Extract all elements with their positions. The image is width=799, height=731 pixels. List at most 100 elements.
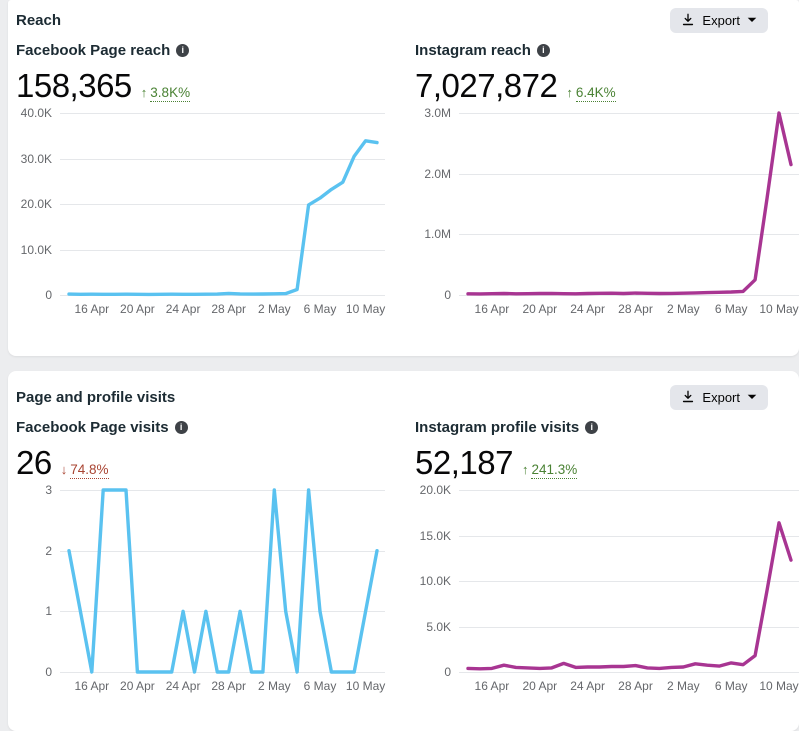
x-axis-tick-label: 6 May [715, 302, 748, 316]
metric-value: 26 [16, 444, 52, 482]
arrow-down-icon: ↓ [61, 462, 68, 477]
x-axis-tick-label: 20 Apr [120, 302, 155, 316]
instagram-profile-visits-series-line [468, 523, 791, 669]
facebook-page-visits-plot-area[interactable] [60, 490, 385, 672]
y-axis-tick-label: 1.0M [415, 227, 451, 241]
arrow-up-icon: ↑ [141, 85, 148, 100]
x-axis-tick-label: 2 May [667, 302, 700, 316]
reach-card: Reach Export Facebook Page reach i 158,3… [8, 0, 799, 356]
trend-percent: 241.3% [531, 462, 577, 479]
caret-down-icon [747, 394, 757, 400]
x-axis: 16 Apr20 Apr24 Apr28 Apr2 May6 May10 May [459, 679, 799, 695]
caret-down-icon [747, 17, 757, 23]
x-axis-tick-label: 10 May [759, 679, 798, 693]
y-axis-tick-label: 20.0K [415, 483, 451, 497]
x-axis-tick-label: 10 May [346, 679, 385, 693]
y-axis-tick-label: 20.0K [16, 197, 52, 211]
y-axis-tick-label: 2 [16, 544, 52, 558]
export-button-visits[interactable]: Export [670, 385, 768, 410]
x-axis-tick-label: 24 Apr [166, 679, 201, 693]
trend-badge[interactable]: ↓ 74.8% [61, 462, 109, 479]
trend-percent: 3.8K% [150, 85, 190, 102]
x-axis-tick-label: 24 Apr [570, 302, 605, 316]
trend-percent: 6.4K% [576, 85, 616, 102]
metric-value: 7,027,872 [415, 67, 557, 105]
panel-title-row: Instagram profile visits i [415, 419, 799, 436]
x-axis-tick-label: 28 Apr [618, 302, 653, 316]
y-axis-tick-label: 1 [16, 604, 52, 618]
facebook-page-reach-svg [60, 113, 385, 295]
x-axis-tick-label: 2 May [258, 302, 291, 316]
x-axis-tick-label: 16 Apr [475, 302, 510, 316]
x-axis-tick-label: 2 May [258, 679, 291, 693]
instagram-reach-series-line [468, 113, 791, 294]
x-axis-tick-label: 6 May [304, 302, 337, 316]
x-axis: 16 Apr 20 Apr 24 Apr 28 Apr 2 May 6 May 10 May [60, 679, 385, 695]
y-axis-tick-label: 0 [415, 665, 451, 679]
export-button-label: Export [702, 390, 740, 405]
y-axis-tick-label: 30.0K [16, 152, 52, 166]
reach-card-header: Reach Export [8, 0, 799, 34]
y-axis-tick-label: 10.0K [16, 243, 52, 257]
x-axis-tick-label: 24 Apr [166, 302, 201, 316]
h-gridline [459, 672, 799, 673]
facebook-page-reach-chart[interactable]: 40.0K30.0K20.0K10.0K016 Apr20 Apr24 Apr2… [16, 113, 385, 318]
instagram-reach-chart[interactable]: 3.0M2.0M1.0M016 Apr20 Apr24 Apr28 Apr2 M… [415, 113, 799, 318]
x-axis-tick-label: 10 May [759, 302, 798, 316]
panel-title-instagram-reach: Instagram reach [415, 42, 531, 59]
trend-percent: 74.8% [70, 462, 108, 479]
instagram-profile-visits-chart[interactable]: 20.0K15.0K10.0K5.0K016 Apr20 Apr24 Apr28… [415, 490, 799, 695]
metric-value: 158,365 [16, 67, 132, 105]
panel-title-instagram-profile-visits: Instagram profile visits [415, 419, 579, 436]
x-axis: 16 Apr20 Apr24 Apr28 Apr2 May6 May10 May [459, 302, 799, 318]
info-icon[interactable]: i [537, 44, 550, 57]
x-axis-tick-label: 16 Apr [74, 679, 109, 693]
y-axis-tick-label: 15.0K [415, 529, 451, 543]
metric-row: 7,027,872 ↑ 6.4K% [415, 67, 799, 105]
y-axis-tick-label: 0 [16, 665, 52, 679]
x-axis-tick-label: 28 Apr [618, 679, 653, 693]
facebook-page-visits-svg [60, 490, 385, 672]
page-and-profile-visits-card: Page and profile visits Export Facebook … [8, 371, 799, 731]
export-button-reach[interactable]: Export [670, 8, 768, 33]
metric-row: 158,365 ↑ 3.8K% [16, 67, 385, 105]
trend-badge[interactable]: ↑ 6.4K% [566, 85, 615, 102]
instagram-profile-visits-panel: Instagram profile visits i 52,187 ↑ 241.… [399, 411, 799, 695]
trend-badge[interactable]: ↑ 3.8K% [141, 85, 190, 102]
x-axis-tick-label: 20 Apr [120, 679, 155, 693]
x-axis-tick-label: 6 May [304, 679, 337, 693]
reach-panels: Facebook Page reach i 158,365 ↑ 3.8K% 40… [8, 34, 799, 318]
visits-card-header: Page and profile visits Export [8, 371, 799, 411]
instagram-reach-svg [459, 113, 799, 295]
instagram-reach-panel: Instagram reach i 7,027,872 ↑ 6.4K% 3.0M… [399, 34, 799, 318]
y-axis-tick-label: 5.0K [415, 620, 451, 634]
facebook-page-reach-plot-area[interactable] [60, 113, 385, 295]
y-axis-tick-label: 0 [415, 288, 451, 302]
instagram-profile-visits-plot-area[interactable] [459, 490, 799, 672]
trend-badge[interactable]: ↑ 241.3% [522, 462, 577, 479]
facebook-page-visits-panel: Facebook Page visits i 26 ↓ 74.8% 321016… [8, 411, 399, 695]
metric-value: 52,187 [415, 444, 513, 482]
y-axis-tick-label: 3.0M [415, 106, 451, 120]
x-axis-tick-label: 28 Apr [211, 302, 246, 316]
download-icon [681, 13, 695, 27]
facebook-page-reach-series-line [69, 141, 377, 295]
info-icon[interactable]: i [175, 421, 188, 434]
x-axis-tick-label: 16 Apr [74, 302, 109, 316]
facebook-page-reach-panel: Facebook Page reach i 158,365 ↑ 3.8K% 40… [8, 34, 399, 318]
section-title-visits: Page and profile visits [16, 389, 175, 406]
instagram-reach-plot-area[interactable] [459, 113, 799, 295]
metric-row: 52,187 ↑ 241.3% [415, 444, 799, 482]
facebook-page-visits-chart[interactable]: 321016 Apr20 Apr24 Apr28 Apr2 May6 May10… [16, 490, 385, 695]
y-axis-tick-label: 10.0K [415, 574, 451, 588]
info-icon[interactable]: i [585, 421, 598, 434]
facebook-page-visits-series-line [69, 490, 377, 672]
download-icon [681, 390, 695, 404]
arrow-up-icon: ↑ [566, 85, 573, 100]
x-axis-tick-label: 28 Apr [211, 679, 246, 693]
x-axis-tick-label: 16 Apr [475, 679, 510, 693]
panel-title-facebook-page-reach: Facebook Page reach [16, 42, 170, 59]
info-icon[interactable]: i [176, 44, 189, 57]
panel-title-row: Facebook Page visits i [16, 419, 385, 436]
x-axis-tick-label: 6 May [715, 679, 748, 693]
